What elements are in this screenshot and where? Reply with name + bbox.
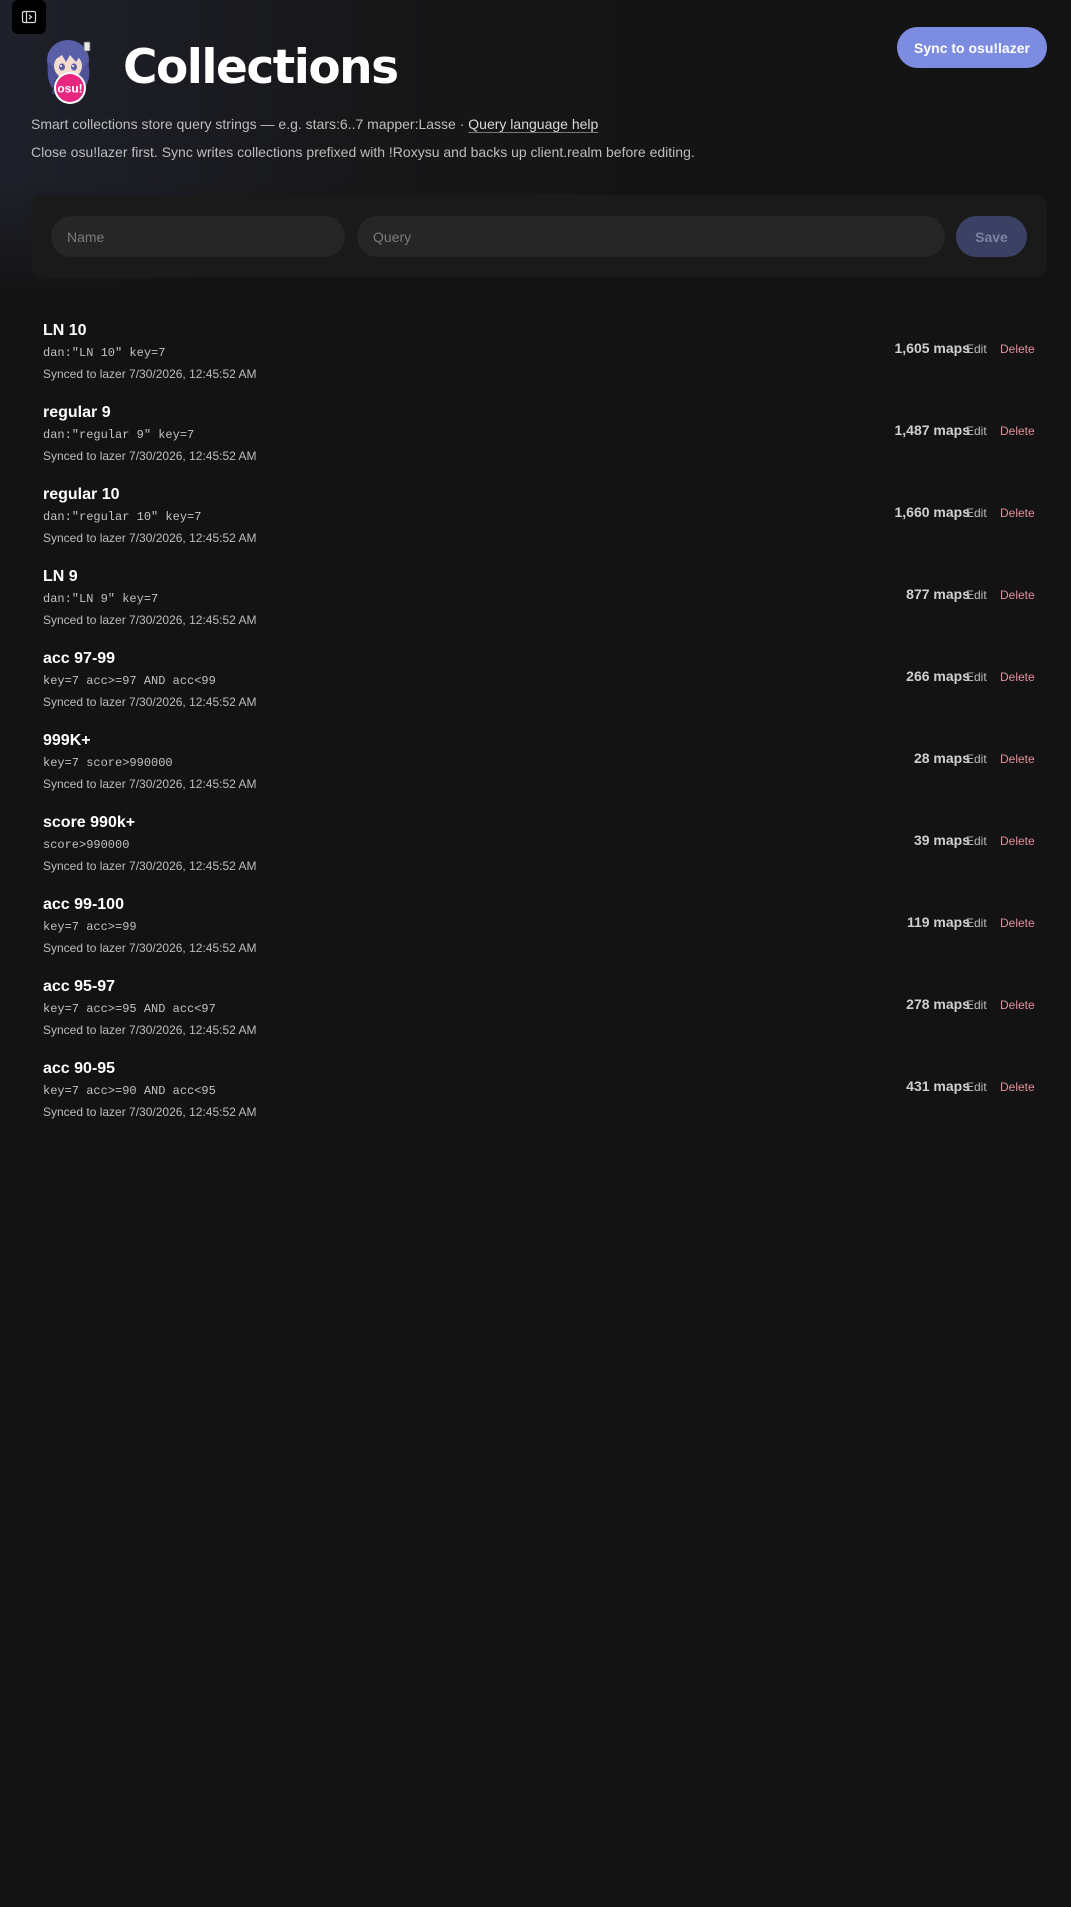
collection-row: acc 95-97 key=7 acc>=95 AND acc<97 Synced … — [31, 965, 1047, 1047]
collection-query: key=7 score>990000 — [43, 756, 173, 770]
edit-button[interactable]: Edit — [966, 916, 987, 930]
collection-map-count: 431 maps — [906, 1078, 970, 1094]
collection-sync-status: Synced to lazer 7/30/2026, 12:45:52 AM — [43, 859, 257, 873]
page-header: osu! — [40, 30, 100, 110]
avatar: osu! — [40, 32, 100, 108]
edit-button[interactable]: Edit — [966, 588, 987, 602]
collection-sync-status: Synced to lazer 7/30/2026, 12:45:52 AM — [43, 613, 257, 627]
description-text: Smart collections store query strings — … — [31, 116, 469, 132]
collection-name: acc 99-100 — [43, 896, 124, 913]
delete-button[interactable]: Delete — [1000, 1080, 1035, 1094]
collection-sync-status: Synced to lazer 7/30/2026, 12:45:52 AM — [43, 1105, 257, 1119]
collection-map-count: 877 maps — [906, 586, 970, 602]
delete-button[interactable]: Delete — [1000, 670, 1035, 684]
collection-name: score 990k+ — [43, 814, 136, 831]
collection-name: acc 97-99 — [43, 650, 116, 667]
collection-name: LN 9 — [43, 568, 78, 585]
edit-button[interactable]: Edit — [966, 670, 987, 684]
collection-row: regular 9 dan:"regular 9" key=7 Synced to … — [31, 391, 1047, 473]
mascot-icon: osu! — [47, 40, 91, 104]
collection-name: regular 9 — [43, 404, 111, 421]
collection-query: dan:"LN 10" key=7 — [43, 346, 166, 360]
page-title: Collections — [123, 40, 399, 95]
edit-button[interactable]: Edit — [966, 998, 987, 1012]
delete-button[interactable]: Delete — [1000, 916, 1035, 930]
delete-button[interactable]: Delete — [1000, 588, 1035, 602]
collection-map-count: 1,605 maps — [894, 340, 971, 356]
collection-map-count: 119 maps — [906, 914, 970, 930]
delete-button[interactable]: Delete — [1000, 752, 1035, 766]
collection-query: key=7 acc>=90 AND acc<95 — [43, 1084, 216, 1098]
collection-query: score>990000 — [43, 838, 130, 852]
delete-button[interactable]: Delete — [1000, 834, 1035, 848]
collection-row: LN 10 dan:"LN 10" key=7 Synced to lazer 7/… — [31, 309, 1047, 391]
collection-map-count: 28 maps — [913, 750, 970, 766]
collection-query: key=7 acc>=95 AND acc<97 — [43, 1002, 216, 1016]
collection-row: 999K+ key=7 score>990000 Synced to lazer 7… — [31, 719, 1047, 801]
collection-sync-status: Synced to lazer 7/30/2026, 12:45:52 AM — [43, 941, 257, 955]
collection-query: key=7 acc>=97 AND acc<99 — [43, 674, 216, 688]
edit-button[interactable]: Edit — [966, 1080, 987, 1094]
name-input[interactable] — [51, 216, 345, 257]
query-help-link[interactable]: Query language help — [468, 116, 598, 132]
sidebar-toggle-icon — [21, 10, 37, 24]
collection-list: LN 10 dan:"LN 10" key=7 Synced to lazer 7/… — [31, 309, 1047, 1129]
delete-button[interactable]: Delete — [1000, 342, 1035, 356]
collection-map-count: 278 maps — [906, 996, 970, 1012]
collection-query: dan:"regular 10" key=7 — [43, 510, 202, 524]
collection-row: acc 90-95 key=7 acc>=90 AND acc<95 Synced … — [31, 1047, 1047, 1129]
collection-query: key=7 acc>=99 — [43, 920, 137, 934]
avatar-badge-text: osu! — [57, 82, 82, 96]
sync-to-lazer-button[interactable]: Sync to osu!lazer — [897, 27, 1047, 68]
edit-button[interactable]: Edit — [966, 424, 987, 438]
collection-name: 999K+ — [43, 732, 91, 749]
collection-row: acc 97-99 key=7 acc>=97 AND acc<99 Synced … — [31, 637, 1047, 719]
query-input[interactable] — [357, 216, 945, 257]
collection-map-count: 266 maps — [906, 668, 970, 684]
collection-sync-status: Synced to lazer 7/30/2026, 12:45:52 AM — [43, 777, 257, 791]
collection-row: score 990k+ score>990000 Synced to lazer 7… — [31, 801, 1047, 883]
collection-query: dan:"LN 9" key=7 — [43, 592, 159, 606]
collection-row: acc 99-100 key=7 acc>=99 Synced to lazer 7… — [31, 883, 1047, 965]
collection-row: regular 10 dan:"regular 10" key=7 Synced t… — [31, 473, 1047, 555]
collection-sync-status: Synced to lazer 7/30/2026, 12:45:52 AM — [43, 695, 257, 709]
collection-sync-status: Synced to lazer 7/30/2026, 12:45:52 AM — [43, 449, 257, 463]
delete-button[interactable]: Delete — [1000, 506, 1035, 520]
description-line-1: Smart collections store query strings — … — [31, 116, 598, 132]
collection-name: LN 10 — [43, 322, 87, 339]
collection-sync-status: Synced to lazer 7/30/2026, 12:45:52 AM — [43, 367, 257, 381]
collection-name: regular 10 — [43, 486, 120, 503]
delete-button[interactable]: Delete — [1000, 998, 1035, 1012]
collection-map-count: 1,660 maps — [894, 504, 971, 520]
save-button[interactable]: Save — [956, 216, 1027, 257]
collection-query: dan:"regular 9" key=7 — [43, 428, 195, 442]
delete-button[interactable]: Delete — [1000, 424, 1035, 438]
collection-name: acc 90-95 — [43, 1060, 116, 1077]
edit-button[interactable]: Edit — [966, 506, 987, 520]
edit-button[interactable]: Edit — [966, 342, 987, 356]
collection-sync-status: Synced to lazer 7/30/2026, 12:45:52 AM — [43, 531, 257, 545]
collection-map-count: 39 maps — [913, 832, 970, 848]
edit-button[interactable]: Edit — [966, 834, 987, 848]
collection-name: acc 95-97 — [43, 978, 116, 995]
new-collection-form: Save — [31, 195, 1047, 277]
sidebar-toggle-button[interactable] — [12, 0, 46, 34]
edit-button[interactable]: Edit — [966, 752, 987, 766]
collection-map-count: 1,487 maps — [894, 422, 971, 438]
collection-sync-status: Synced to lazer 7/30/2026, 12:45:52 AM — [43, 1023, 257, 1037]
collection-row: LN 9 dan:"LN 9" key=7 Synced to lazer 7/30… — [31, 555, 1047, 637]
description-line-2: Close osu!lazer first. Sync writes colle… — [31, 144, 695, 160]
